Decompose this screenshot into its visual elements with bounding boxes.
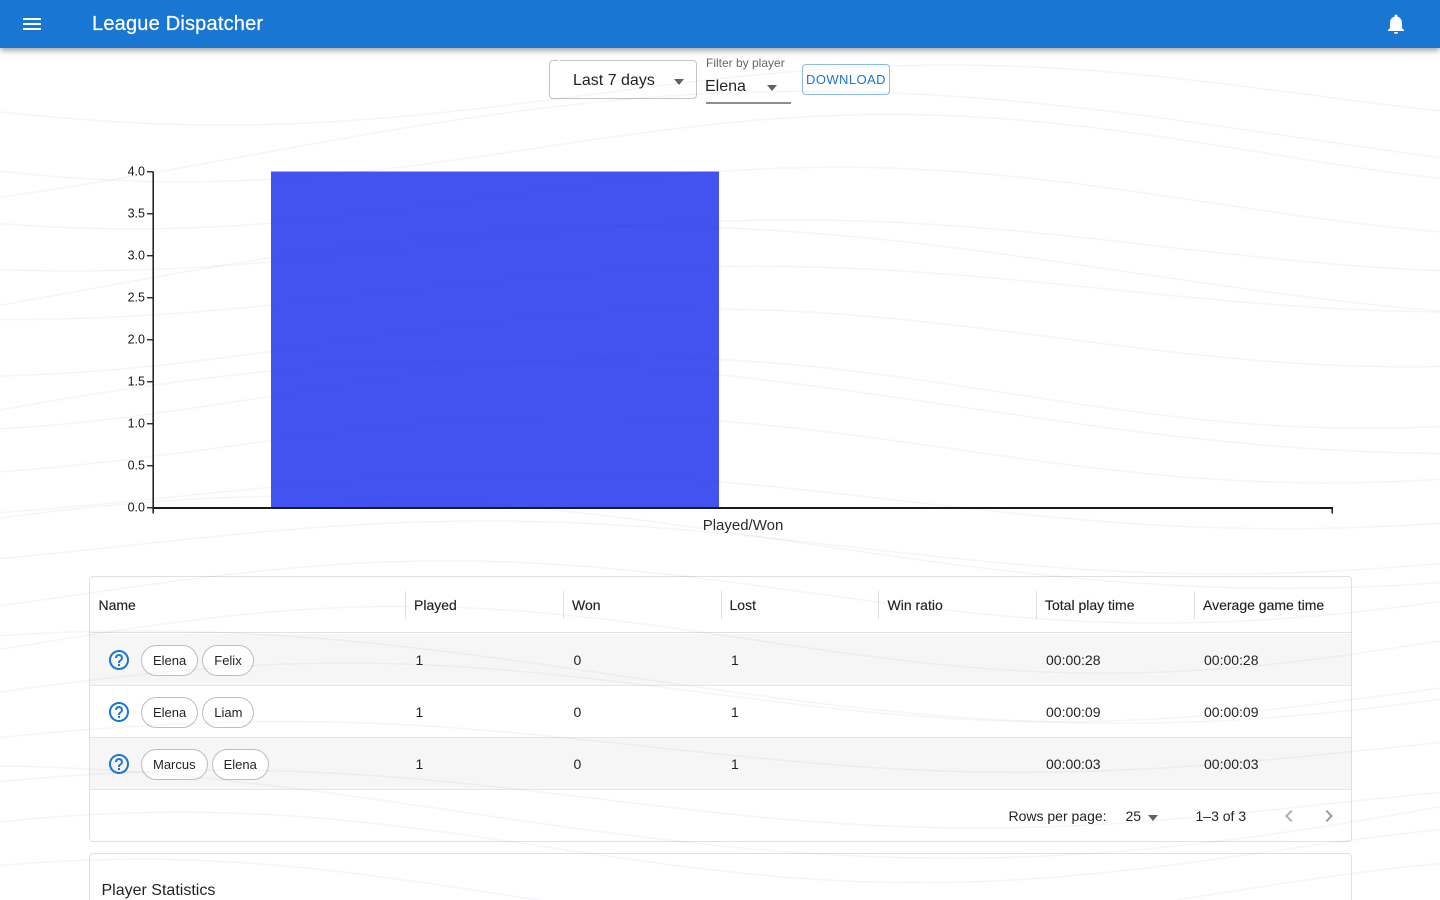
svg-text:4.0: 4.0 [128,165,145,179]
svg-text:3.5: 3.5 [128,207,145,221]
svg-text:3.0: 3.0 [128,249,145,263]
svg-text:2.0: 2.0 [128,333,145,347]
svg-text:0.5: 0.5 [128,459,145,473]
svg-text:1.0: 1.0 [128,417,145,431]
svg-text:0.0: 0.0 [128,501,145,515]
svg-text:2.5: 2.5 [128,291,145,305]
svg-text:Played/Won: Played/Won [703,517,784,534]
svg-text:1.5: 1.5 [128,375,145,389]
